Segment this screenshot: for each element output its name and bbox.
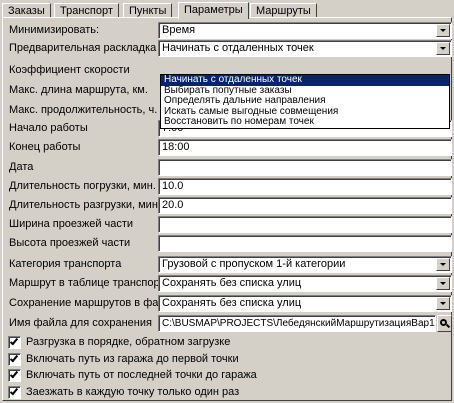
prelayout-dropdown-button[interactable] xyxy=(436,42,450,55)
road-height-input[interactable] xyxy=(158,235,452,252)
route-save-file-label: Сохранение маршрутов в файле xyxy=(9,297,178,309)
row-transport-category: Категория транспорта Грузовой с пропуско… xyxy=(3,255,452,274)
road-width-input[interactable] xyxy=(158,216,452,233)
route-save-file-dropdown-button[interactable] xyxy=(436,297,450,310)
tab-routes[interactable]: Маршруты xyxy=(250,3,317,18)
chevron-down-icon xyxy=(440,302,446,305)
tab-parameters-label: Параметры xyxy=(184,4,243,16)
row-save-filename: Имя файла для сохранения C:\BUSMAP\PROJE… xyxy=(3,314,452,333)
date-label: Дата xyxy=(9,161,34,173)
checkbox-path-to-garage[interactable]: Включать путь от последней точки до гара… xyxy=(3,367,451,384)
unload-duration-input[interactable]: 20.0 xyxy=(158,197,452,214)
row-date: Дата xyxy=(3,158,452,177)
prelayout-option[interactable]: Начинать с отдаленных точек xyxy=(161,74,449,86)
browse-button[interactable] xyxy=(437,315,452,332)
checkbox-box[interactable] xyxy=(8,353,21,366)
work-end-label: Конец работы xyxy=(9,141,81,153)
transport-category-value: Грузовой с пропуском 1-й категории xyxy=(162,258,346,270)
load-duration-value: 10.0 xyxy=(162,180,184,192)
checkbox-reverse-unload[interactable]: Разгрузка в порядке, обратном загрузке xyxy=(3,334,451,351)
road-width-label: Ширина проезжей части xyxy=(9,218,134,230)
route-save-file-value: Сохранять без списка улиц xyxy=(162,297,302,309)
row-unload-duration: Длительность разгрузки, мин 20.0 xyxy=(3,196,452,215)
checkbox-label: Включать путь из гаража до первой точки xyxy=(26,353,239,365)
save-filename-label: Имя файла для сохранения xyxy=(9,317,152,329)
tab-transport[interactable]: Транспорт xyxy=(54,3,119,18)
max-route-len-label: Макс. длина маршрута, км. xyxy=(9,84,148,96)
chevron-down-icon xyxy=(440,47,446,50)
tab-bar: Заказы Транспорт Пункты Параметры Маршру… xyxy=(2,2,452,19)
chevron-down-icon xyxy=(440,282,446,285)
tab-transport-label: Транспорт xyxy=(60,5,113,17)
speed-coef-label: Коэффициент скорости xyxy=(9,64,130,76)
route-in-table-select[interactable]: Сохранять без списка улиц xyxy=(158,275,452,292)
chevron-down-icon xyxy=(440,263,446,266)
checkbox-label: Разгрузка в порядке, обратном загрузке xyxy=(26,336,231,348)
transport-category-label: Категория транспорта xyxy=(9,258,122,270)
row-prelayout: Предварительная раскладка Начинать с отд… xyxy=(3,39,452,58)
minimize-value: Время xyxy=(162,24,196,36)
save-filename-input[interactable]: C:\BUSMAP\PROJECTS\ЛебедянскийМаршрутиза… xyxy=(158,315,436,332)
row-minimize: Минимизировать: Время xyxy=(3,21,452,40)
row-work-end: Конец работы 18:00 xyxy=(3,138,452,157)
max-duration-label: Макс. продолжительность, ч. xyxy=(9,104,158,116)
tab-parameters[interactable]: Параметры xyxy=(178,2,249,19)
date-input[interactable] xyxy=(158,159,452,176)
checkmark-icon xyxy=(9,353,19,363)
tab-points[interactable]: Пункты xyxy=(123,3,173,18)
route-in-table-label: Маршрут в таблице транспорта xyxy=(9,277,171,289)
work-end-input[interactable]: 18:00 xyxy=(158,139,452,156)
unload-duration-label: Длительность разгрузки, мин xyxy=(9,199,158,211)
minimize-dropdown-button[interactable] xyxy=(436,24,450,37)
magnifier-icon xyxy=(439,318,450,329)
minimize-select[interactable]: Время xyxy=(158,22,452,39)
checkmark-icon xyxy=(9,369,19,379)
unload-duration-value: 20.0 xyxy=(162,199,184,211)
prelayout-select[interactable]: Начинать с отдаленных точек xyxy=(158,40,452,57)
checkbox-box[interactable] xyxy=(8,386,21,399)
checkbox-path-from-garage[interactable]: Включать путь из гаража до первой точки xyxy=(3,351,451,368)
tab-routes-label: Маршруты xyxy=(256,5,311,17)
checkmark-icon xyxy=(9,386,19,396)
row-road-width: Ширина проезжей части xyxy=(3,215,452,234)
checkbox-visit-once[interactable]: Заезжать в каждую точку только один раз xyxy=(3,384,451,401)
transport-category-dropdown-button[interactable] xyxy=(436,258,450,271)
tab-points-label: Пункты xyxy=(129,5,167,17)
route-in-table-value: Сохранять без списка улиц xyxy=(162,277,302,289)
route-save-file-select[interactable]: Сохранять без списка улиц xyxy=(158,295,452,312)
checkbox-box[interactable] xyxy=(8,369,21,382)
road-height-label: Высота проезжей части xyxy=(9,237,131,249)
transport-category-select[interactable]: Грузовой с пропуском 1-й категории xyxy=(158,256,452,273)
row-road-height: Высота проезжей части xyxy=(3,234,452,253)
row-load-duration: Длительность погрузки, мин. 10.0 xyxy=(3,177,452,196)
checkbox-label: Заезжать в каждую точку только один раз xyxy=(26,386,240,398)
checkbox-label: Включать путь от последней точки до гара… xyxy=(26,369,257,381)
row-route-save-file: Сохранение маршрутов в файле Сохранять б… xyxy=(3,294,452,313)
load-duration-label: Длительность погрузки, мин. xyxy=(9,180,156,192)
prelayout-options-list: Начинать с отдаленных точек Выбирать поп… xyxy=(160,74,450,129)
load-duration-input[interactable]: 10.0 xyxy=(158,178,452,195)
route-in-table-dropdown-button[interactable] xyxy=(436,277,450,290)
prelayout-value: Начинать с отдаленных точек xyxy=(162,42,314,54)
checkbox-box[interactable] xyxy=(8,336,21,349)
tab-orders-label: Заказы xyxy=(8,5,45,17)
parameters-panel: Минимизировать: Время Предварительная ра… xyxy=(2,17,452,401)
work-end-value: 18:00 xyxy=(162,141,190,153)
prelayout-option[interactable]: Восстановить по номерам точек xyxy=(161,117,449,128)
prelayout-label: Предварительная раскладка xyxy=(9,42,157,54)
row-route-in-table: Маршрут в таблице транспорта Сохранять б… xyxy=(3,274,452,293)
tab-orders[interactable]: Заказы xyxy=(2,3,51,18)
work-start-label: Начало работы xyxy=(9,122,88,134)
minimize-label: Минимизировать: xyxy=(9,24,100,36)
chevron-down-icon xyxy=(440,29,446,32)
save-filename-value: C:\BUSMAP\PROJECTS\ЛебедянскийМаршрутиза… xyxy=(162,318,436,329)
checkmark-icon xyxy=(9,336,19,346)
